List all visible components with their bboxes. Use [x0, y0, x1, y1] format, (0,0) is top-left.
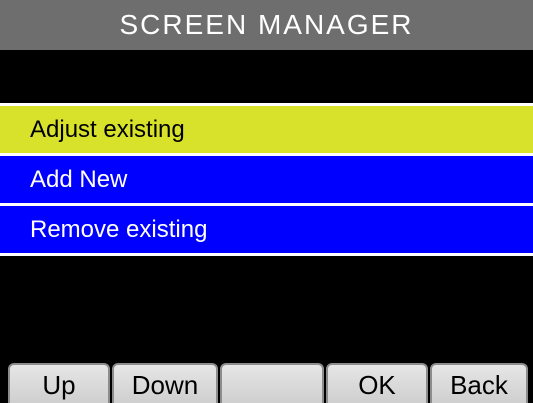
menu-item-add-new[interactable]: Add New — [0, 153, 533, 203]
device-screen: SCREEN MANAGER Adjust existing Add New R… — [0, 0, 533, 403]
back-button[interactable]: Back — [430, 363, 528, 403]
screen-title: SCREEN MANAGER — [0, 0, 533, 50]
down-button[interactable]: Down — [112, 363, 218, 403]
menu-item-label: Remove existing — [30, 216, 208, 243]
up-button[interactable]: Up — [8, 363, 110, 403]
menu-list: Adjust existing Add New Remove existing — [0, 103, 533, 256]
menu-item-label: Adjust existing — [30, 116, 185, 143]
menu-item-remove-existing[interactable]: Remove existing — [0, 203, 533, 253]
softkey-bar: Up Down OK Back — [0, 363, 533, 403]
blank-softkey-button[interactable] — [220, 363, 324, 403]
menu-item-adjust-existing[interactable]: Adjust existing — [0, 103, 533, 153]
ok-button[interactable]: OK — [326, 363, 428, 403]
menu-item-label: Add New — [30, 166, 128, 193]
menu-divider — [0, 253, 533, 256]
